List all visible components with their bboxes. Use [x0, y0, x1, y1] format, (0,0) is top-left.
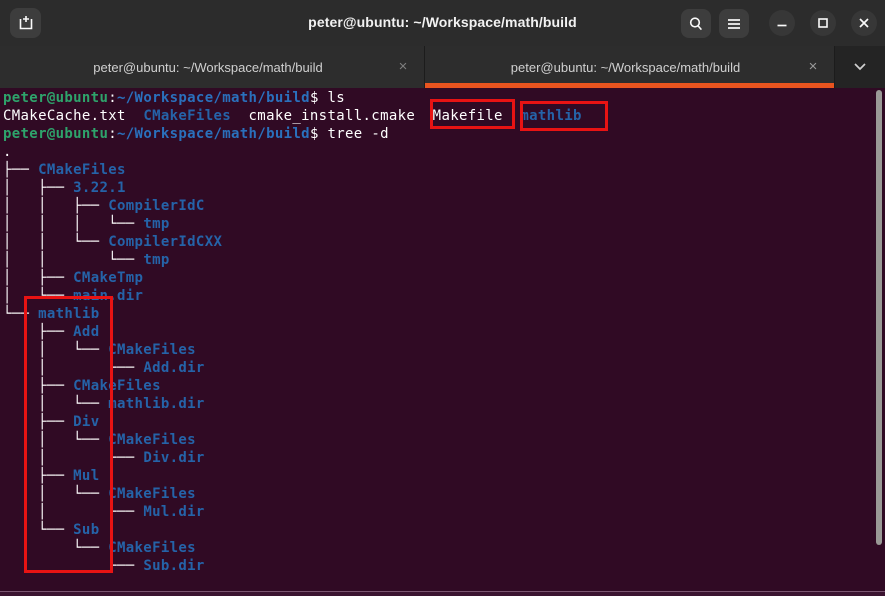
window-bottom-edge [0, 591, 885, 596]
terminal-line: peter@ubuntu:~/Workspace/math/build$ ls [3, 89, 582, 107]
terminal-line: ├── Div [3, 413, 582, 431]
minimize-button[interactable] [769, 10, 795, 36]
tab-terminal-2-active[interactable]: peter@ubuntu: ~/Workspace/math/build × [425, 46, 835, 88]
terminal-line: │ └── CMakeFiles [3, 431, 582, 449]
terminal-line: │ ├── 3.22.1 [3, 179, 582, 197]
window-title: peter@ubuntu: ~/Workspace/math/build [0, 14, 885, 30]
close-button[interactable] [851, 10, 877, 36]
search-button[interactable] [681, 9, 711, 38]
vertical-scrollbar-thumb[interactable] [876, 90, 882, 545]
terminal-line: │ │ └── tmp [3, 251, 582, 269]
tab-label: peter@ubuntu: ~/Workspace/math/build [0, 60, 390, 75]
window-titlebar: peter@ubuntu: ~/Workspace/math/build [0, 0, 885, 47]
terminal-line: │ │ │ └── tmp [3, 215, 582, 233]
close-icon [858, 17, 870, 29]
terminal-line: │ └── CMakeFiles [3, 485, 582, 503]
terminal-line: │ └── mathlib.dir [3, 395, 582, 413]
terminal-line: │ └── CMakeFiles [3, 341, 582, 359]
chevron-down-icon [853, 58, 867, 76]
terminal-line: peter@ubuntu:~/Workspace/math/build$ tre… [3, 125, 582, 143]
terminal-line: │ └── Mul.dir [3, 503, 582, 521]
terminal-line: │ └── Div.dir [3, 449, 582, 467]
terminal-line: └── mathlib [3, 305, 582, 323]
terminal-line: ├── CMakeFiles [3, 161, 582, 179]
menu-button[interactable] [719, 9, 749, 38]
terminal-line: │ │ ├── CompilerIdC [3, 197, 582, 215]
terminal-window: peter@ubuntu: ~/Workspace/math/build [0, 0, 885, 596]
terminal-line: . [3, 143, 582, 161]
maximize-button[interactable] [810, 10, 836, 36]
terminal-line: └── Sub [3, 521, 582, 539]
terminal-line: ├── Mul [3, 467, 582, 485]
maximize-icon [817, 17, 829, 29]
search-icon [688, 16, 704, 32]
terminal-content: peter@ubuntu:~/Workspace/math/build$ lsC… [0, 89, 582, 575]
tabs-dropdown-button[interactable] [835, 46, 885, 88]
terminal-line: │ └── Add.dir [3, 359, 582, 377]
terminal-line: └── CMakeFiles [3, 539, 582, 557]
terminal-line: CMakeCache.txt CMakeFiles cmake_install.… [3, 107, 582, 125]
tab-close-button[interactable]: × [800, 54, 826, 80]
tab-terminal-1[interactable]: peter@ubuntu: ~/Workspace/math/build × [0, 46, 425, 88]
minimize-icon [776, 17, 788, 29]
terminal-line: │ ├── CMakeTmp [3, 269, 582, 287]
terminal-viewport[interactable]: peter@ubuntu:~/Workspace/math/build$ lsC… [0, 88, 885, 596]
terminal-line: │ │ └── CompilerIdCXX [3, 233, 582, 251]
tab-close-button[interactable]: × [390, 54, 416, 80]
terminal-line: ├── CMakeFiles [3, 377, 582, 395]
terminal-line: └── Sub.dir [3, 557, 582, 575]
hamburger-menu-icon [727, 18, 741, 30]
terminal-line: │ └── main.dir [3, 287, 582, 305]
tab-bar: peter@ubuntu: ~/Workspace/math/build × p… [0, 46, 885, 88]
tab-label: peter@ubuntu: ~/Workspace/math/build [425, 60, 800, 75]
terminal-line: ├── Add [3, 323, 582, 341]
